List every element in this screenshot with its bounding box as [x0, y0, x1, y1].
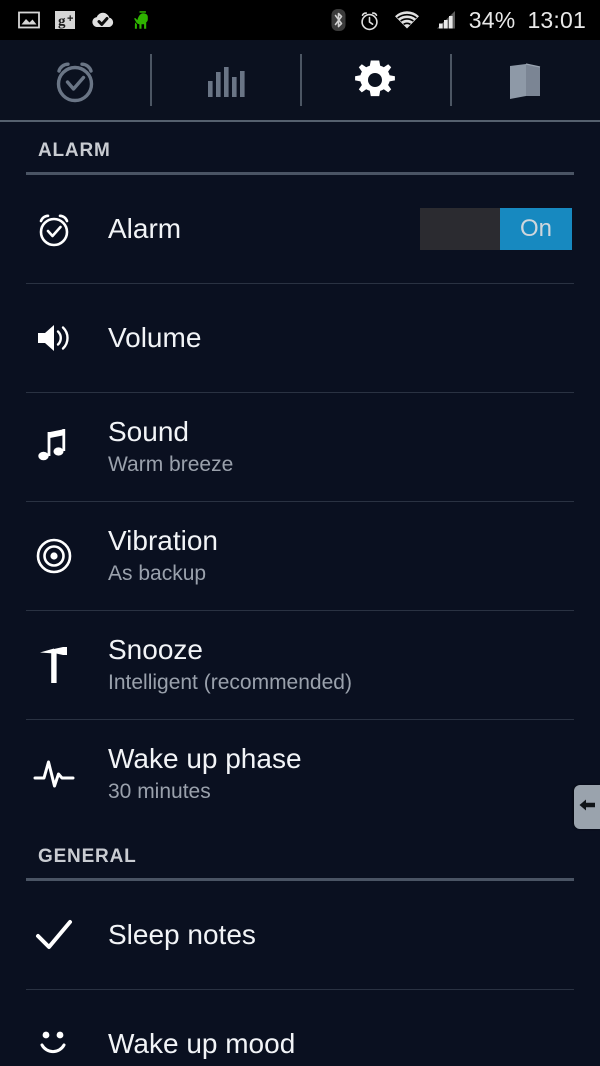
- row-title: Vibration: [108, 525, 572, 556]
- smiley-face-icon: [0, 1024, 108, 1064]
- gear-icon: [351, 56, 399, 104]
- row-vibration[interactable]: Vibration As backup: [0, 502, 600, 610]
- row-volume[interactable]: Volume: [0, 284, 600, 392]
- tab-bar: [0, 40, 600, 122]
- row-wake-up-phase-text: Wake up phase 30 minutes: [108, 743, 572, 805]
- battery-percentage: 34%: [469, 9, 516, 32]
- row-subtitle: Intelligent (recommended): [108, 669, 572, 696]
- settings-list: ALARM Alarm On: [0, 122, 600, 1066]
- row-sleep-notes[interactable]: Sleep notes: [0, 881, 600, 989]
- toggle-state-label: On: [500, 208, 572, 250]
- tab-notes[interactable]: [450, 40, 600, 120]
- checkmark-icon: [0, 915, 108, 955]
- row-snooze[interactable]: Snooze Intelligent (recommended): [0, 611, 600, 719]
- hammer-icon: [0, 642, 108, 688]
- alarm-clock-icon: [358, 9, 381, 32]
- vibration-target-icon: [0, 534, 108, 578]
- screenshot-icon: [18, 9, 40, 31]
- row-wake-up-mood-text: Wake up mood: [108, 1028, 572, 1059]
- section-header-general: GENERAL: [0, 828, 600, 874]
- status-bar-right-icons: 34% 13:01: [331, 8, 586, 32]
- row-title: Volume: [108, 322, 572, 353]
- alarm-clock-icon: [0, 207, 108, 251]
- wifi-icon: [393, 9, 421, 31]
- row-volume-text: Volume: [108, 322, 572, 353]
- bar-chart-icon: [203, 58, 247, 102]
- row-wake-up-mood[interactable]: Wake up mood: [0, 990, 600, 1066]
- duolingo-owl-icon: [130, 8, 154, 32]
- row-subtitle: Warm breeze: [108, 451, 572, 478]
- row-sleep-notes-text: Sleep notes: [108, 919, 572, 950]
- app-screen: g +: [0, 0, 600, 1066]
- book-icon: [501, 56, 549, 104]
- clock-time: 13:01: [527, 9, 586, 32]
- volume-icon: [0, 318, 108, 358]
- row-title: Snooze: [108, 634, 572, 665]
- svg-text:g: g: [58, 14, 66, 30]
- row-title: Sound: [108, 416, 572, 447]
- row-alarm-text: Alarm: [108, 213, 420, 244]
- arrow-left-icon: [577, 795, 597, 820]
- row-title: Sleep notes: [108, 919, 572, 950]
- row-title: Wake up mood: [108, 1028, 572, 1059]
- row-title: Wake up phase: [108, 743, 572, 774]
- section-header-alarm: ALARM: [0, 122, 600, 168]
- status-bar: g +: [0, 0, 600, 40]
- google-plus-icon: g +: [54, 9, 76, 31]
- row-alarm[interactable]: Alarm On: [0, 175, 600, 283]
- tab-statistics[interactable]: [150, 40, 300, 120]
- bluetooth-icon: [331, 8, 346, 32]
- row-wake-up-phase[interactable]: Wake up phase 30 minutes: [0, 720, 600, 828]
- pulse-icon: [0, 754, 108, 794]
- alarm-clock-icon: [47, 52, 103, 108]
- tab-settings[interactable]: [300, 40, 450, 120]
- tab-alarms[interactable]: [0, 40, 150, 120]
- row-snooze-text: Snooze Intelligent (recommended): [108, 634, 572, 696]
- row-subtitle: 30 minutes: [108, 778, 572, 805]
- music-note-icon: [0, 425, 108, 469]
- row-subtitle: As backup: [108, 560, 572, 587]
- svg-text:+: +: [67, 13, 73, 25]
- signal-bars-icon: [433, 9, 457, 31]
- row-sound[interactable]: Sound Warm breeze: [0, 393, 600, 501]
- alarm-toggle[interactable]: On: [420, 208, 572, 250]
- row-vibration-text: Vibration As backup: [108, 525, 572, 587]
- status-bar-left-icons: g +: [18, 8, 154, 32]
- cloud-check-icon: [90, 9, 116, 31]
- row-title: Alarm: [108, 213, 420, 244]
- row-sound-text: Sound Warm breeze: [108, 416, 572, 478]
- drawer-edge-handle[interactable]: [574, 785, 600, 829]
